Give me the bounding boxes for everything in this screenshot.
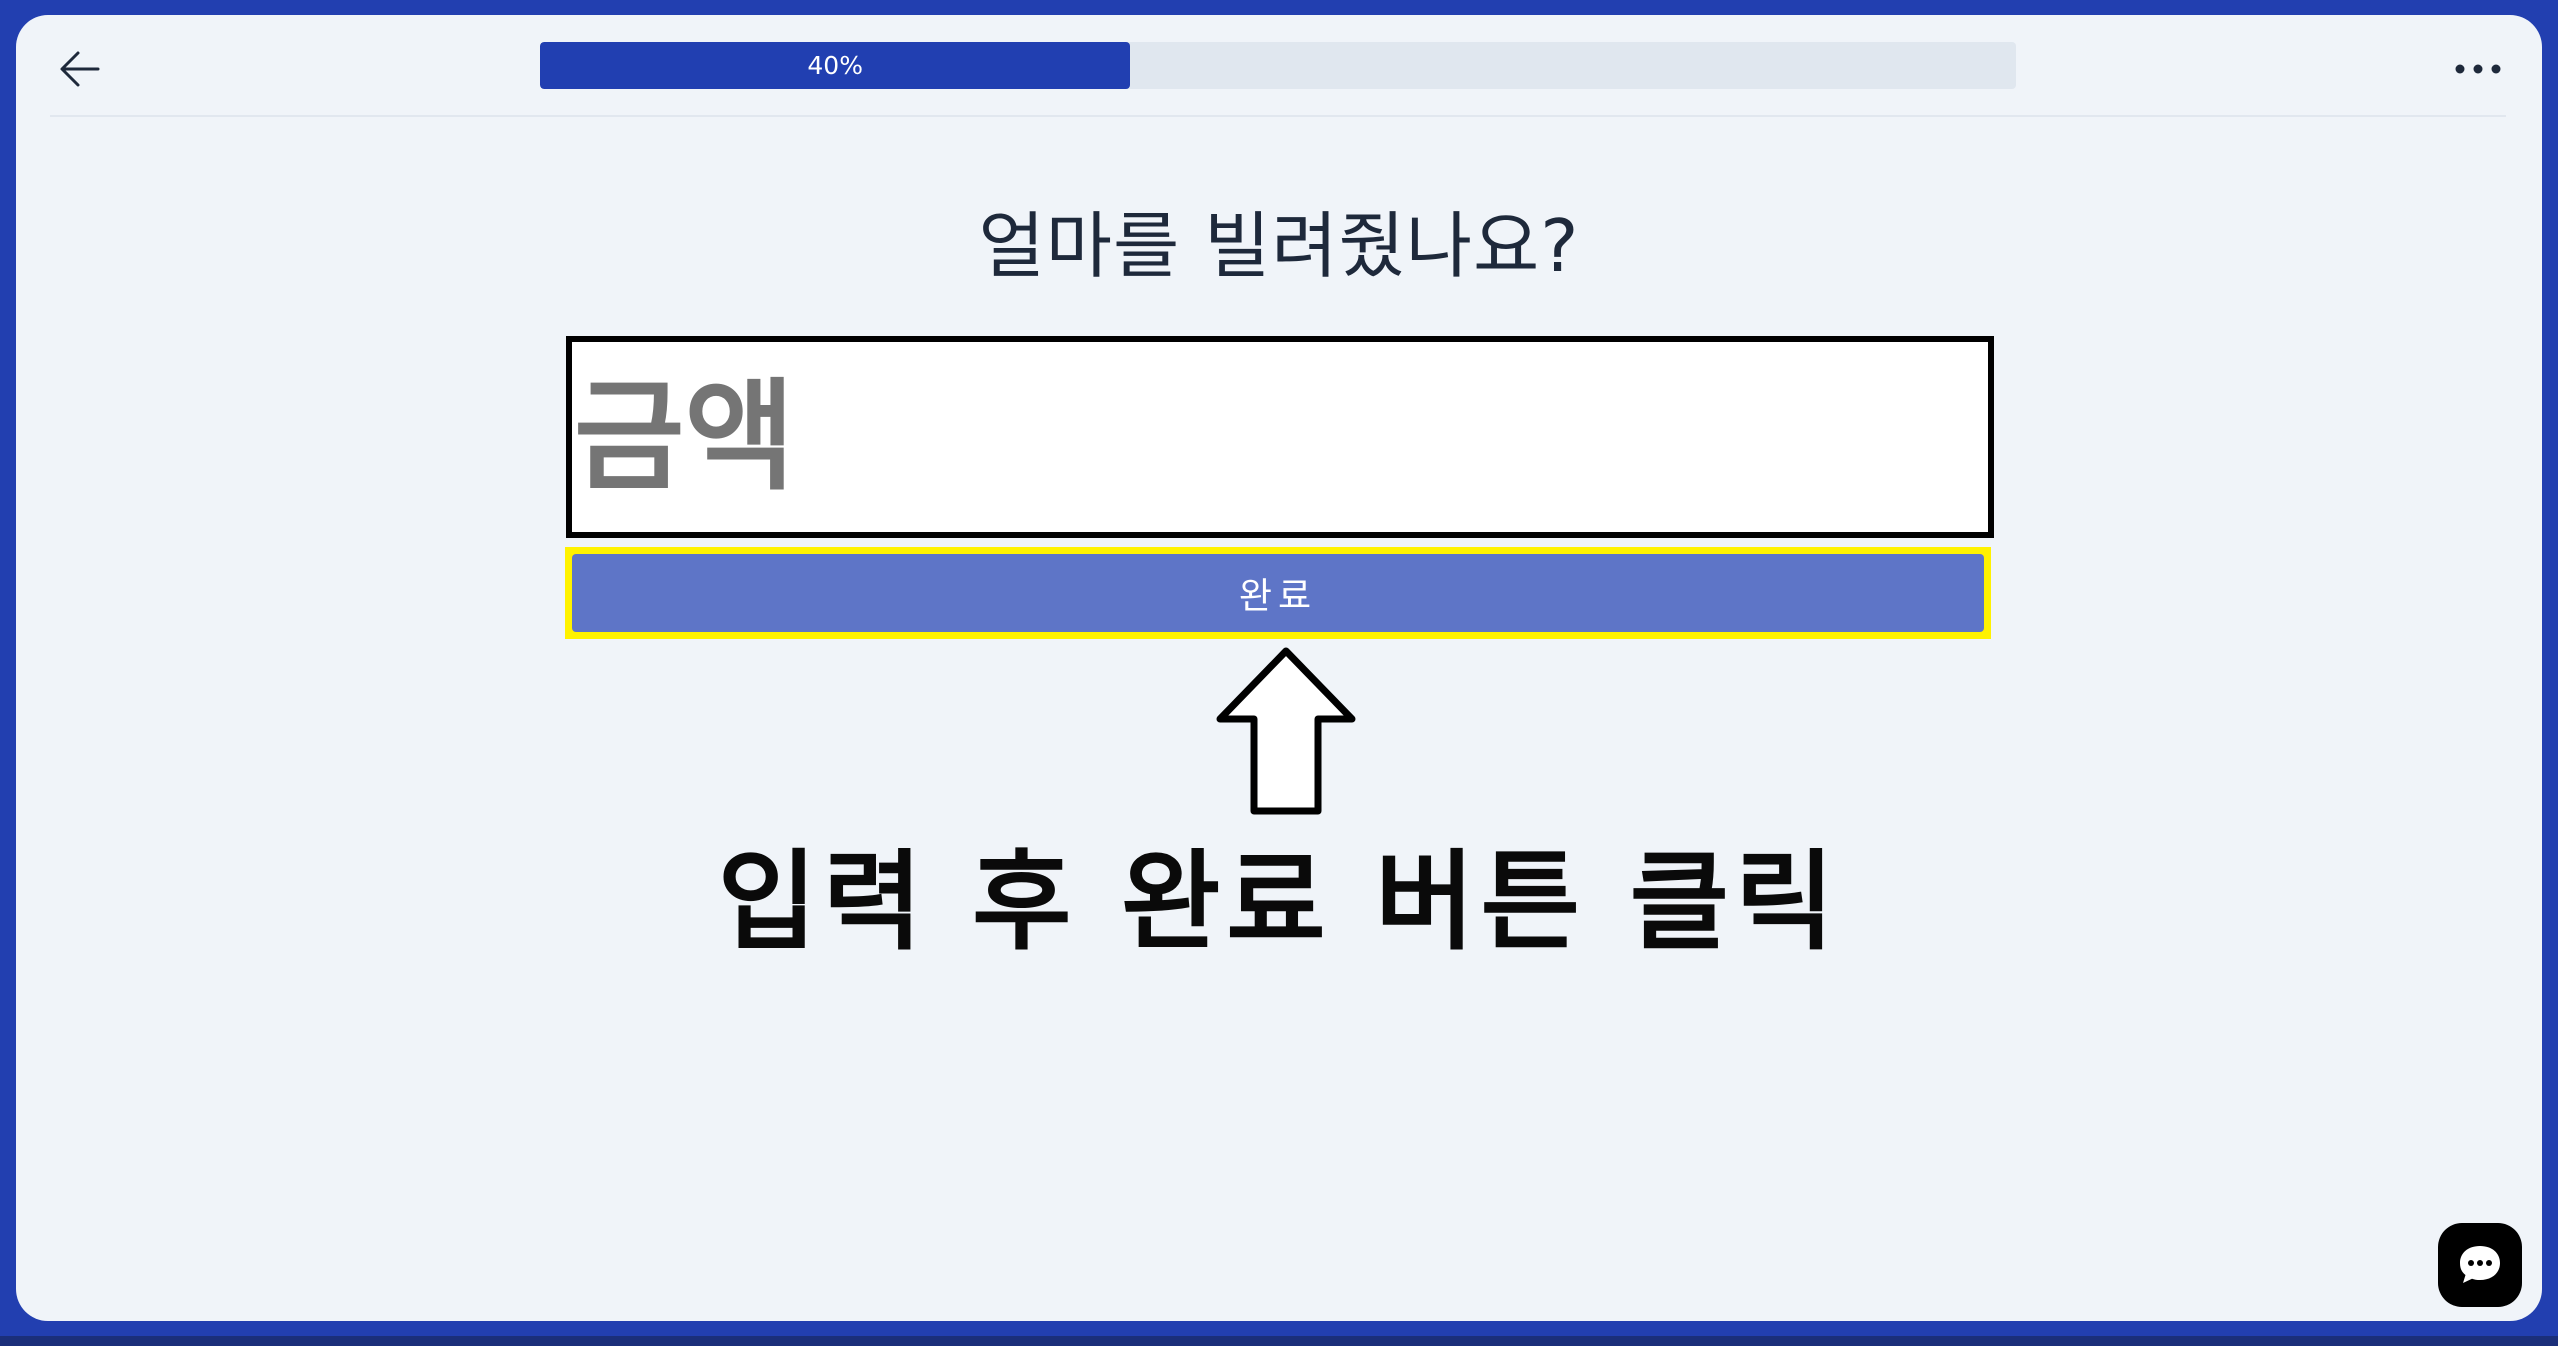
chat-button[interactable] [2438,1223,2522,1307]
more-options-button[interactable] [2448,41,2508,97]
instruction-text: 입력 후 완료 버튼 클릭 [717,840,1841,965]
back-button[interactable] [52,41,108,97]
bottom-strip [0,1336,2558,1346]
app-frame: 40% 얼마를 빌려줬나요? 완료 입력 후 완료 버튼 클릭 [0,0,2558,1346]
header: 40% [16,15,2542,117]
chat-bubble-icon [2460,1246,2500,1283]
arrow-up-outline-icon [1216,647,1356,815]
page-question: 얼마를 빌려줬나요? [978,204,1580,288]
amount-input[interactable] [566,336,1994,538]
progress-bar: 40% [540,42,2016,89]
arrow-left-icon [60,51,100,87]
progress-fill: 40% [540,42,1131,89]
progress-label: 40% [807,51,863,80]
main-panel: 40% 얼마를 빌려줬나요? 완료 입력 후 완료 버튼 클릭 [16,15,2542,1321]
complete-button[interactable]: 완료 [572,554,1984,632]
header-divider [50,115,2506,117]
more-horizontal-icon [2455,64,2501,74]
